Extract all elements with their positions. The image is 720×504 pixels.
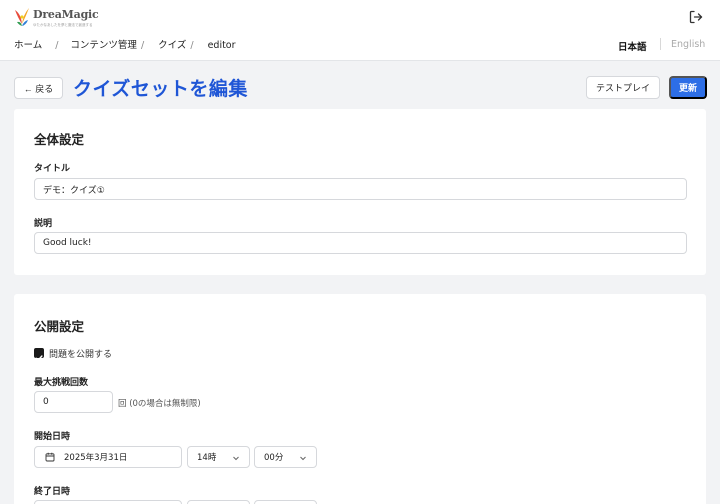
start-date-picker[interactable]: 2025年3月31日: [34, 446, 182, 468]
end-minute-select[interactable]: [254, 500, 317, 504]
max-attempts-suffix: 回 (0の場合は無制限): [118, 399, 201, 409]
brand-logo[interactable]: DreaMagic ゆたかなあしたを夢と魔法で創造する: [13, 6, 103, 30]
description-label: 説明: [34, 219, 53, 229]
breadcrumb-quiz[interactable]: クイズ: [158, 37, 186, 51]
publish-checkbox-label: 問題を公開する: [49, 350, 113, 360]
title-input[interactable]: デモ：クイズ①: [34, 178, 687, 200]
breadcrumb: ホーム / コンテンツ管理 / クイズ / editor: [14, 37, 236, 51]
logout-icon[interactable]: [688, 9, 704, 25]
page-title: クイズセットを編集: [73, 78, 248, 100]
start-minute-value: 00分: [264, 453, 284, 463]
publish-settings-title: 公開設定: [34, 319, 85, 334]
title-label: タイトル: [34, 164, 71, 174]
start-datetime-label: 開始日時: [34, 432, 71, 442]
breadcrumb-home[interactable]: ホーム: [14, 37, 42, 51]
end-datetime-label: 終了日時: [34, 487, 71, 497]
language-english[interactable]: English: [671, 39, 705, 50]
brand-tagline: ゆたかなあしたを夢と魔法で創造する: [33, 23, 93, 27]
end-hour-select[interactable]: [187, 500, 250, 504]
start-date-value: 2025年3月31日: [64, 453, 128, 463]
general-settings-title: 全体設定: [34, 132, 85, 147]
app-header: DreaMagic ゆたかなあしたを夢と魔法で創造する ホーム / コンテンツ管理 /…: [0, 0, 720, 61]
breadcrumb-content-management[interactable]: コンテンツ管理: [70, 37, 137, 51]
start-minute-select[interactable]: 00分: [254, 446, 317, 468]
check-icon: [35, 355, 43, 361]
breadcrumb-separator: /: [190, 40, 194, 51]
start-hour-select[interactable]: 14時: [187, 446, 250, 468]
back-button[interactable]: ← 戻る: [14, 77, 63, 99]
publish-checkbox[interactable]: [34, 348, 44, 361]
chevron-down-icon: [233, 456, 239, 461]
calendar-icon: [45, 452, 55, 462]
chevron-down-icon: [300, 456, 306, 461]
update-button[interactable]: 更新: [669, 76, 707, 99]
test-play-button[interactable]: テストプレイ: [586, 76, 660, 99]
language-divider: [660, 38, 661, 50]
end-date-picker[interactable]: [34, 500, 182, 504]
description-input[interactable]: Good luck!: [34, 232, 687, 254]
language-japanese[interactable]: 日本語: [618, 39, 647, 53]
publish-settings-card: 公開設定 問題を公開する 最大挑戦回数 0 回 (0の場合は無制限) 開始日時 …: [14, 294, 706, 504]
breadcrumb-separator: /: [140, 40, 145, 51]
breadcrumb-separator: /: [55, 40, 59, 51]
logo-icon: [15, 8, 29, 26]
max-attempts-label: 最大挑戦回数: [34, 378, 89, 388]
general-settings-card: 全体設定 タイトル デモ：クイズ① 説明 Good luck!: [14, 109, 706, 275]
start-hour-value: 14時: [197, 453, 217, 463]
max-attempts-input[interactable]: 0: [34, 391, 113, 413]
breadcrumb-current: editor: [207, 40, 236, 51]
brand-name: DreaMagic: [33, 8, 99, 21]
